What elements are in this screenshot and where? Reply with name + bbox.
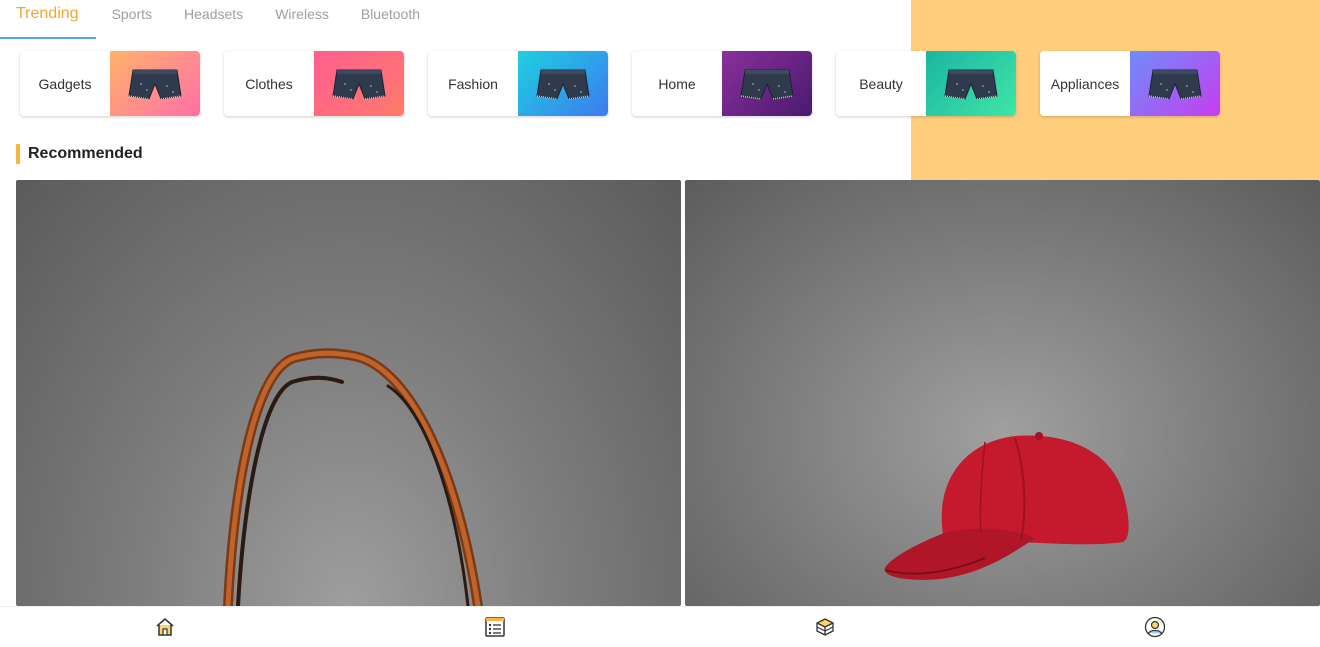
handbag-image	[223, 348, 483, 606]
category-cards: Gadgets Clothes Fashion Home Beauty Appl…	[20, 51, 1244, 116]
tab-sports[interactable]: Sports	[96, 0, 168, 39]
category-card-gadgets[interactable]: Gadgets	[20, 51, 200, 116]
nav-home[interactable]	[0, 607, 330, 647]
category-label: Appliances	[1050, 75, 1120, 92]
section-title: Recommended	[28, 145, 143, 162]
section-accent-bar	[16, 144, 20, 164]
shorts-image	[110, 51, 200, 116]
shorts-image	[314, 51, 404, 116]
category-card-home[interactable]: Home	[632, 51, 812, 116]
nav-profile[interactable]	[990, 607, 1320, 647]
category-label: Fashion	[448, 75, 498, 92]
product-card-handbag[interactable]	[16, 180, 681, 606]
profile-icon	[1144, 616, 1166, 638]
category-card-fashion[interactable]: Fashion	[428, 51, 608, 116]
section-header: Recommended	[16, 144, 143, 164]
category-label: Clothes	[245, 75, 293, 92]
nav-list[interactable]	[330, 607, 660, 647]
home-icon	[156, 618, 174, 636]
category-tabs: Trending Sports Headsets Wireless Blueto…	[0, 0, 436, 40]
category-label: Home	[658, 75, 696, 92]
shorts-image	[1130, 51, 1220, 116]
category-card-beauty[interactable]: Beauty	[836, 51, 1016, 116]
bottom-navigation	[0, 606, 1320, 647]
tab-trending[interactable]: Trending	[0, 0, 96, 39]
nav-box[interactable]	[660, 607, 990, 647]
product-grid	[16, 180, 1320, 606]
red-cap-image	[884, 432, 1129, 580]
tab-bluetooth[interactable]: Bluetooth	[345, 0, 436, 39]
category-card-clothes[interactable]: Clothes	[224, 51, 404, 116]
shorts-image	[926, 51, 1016, 116]
category-card-appliances[interactable]: Appliances	[1040, 51, 1220, 116]
category-label: Beauty	[859, 75, 903, 92]
shorts-image	[722, 51, 812, 116]
category-label: Gadgets	[38, 75, 92, 92]
app-page: Trending Sports Headsets Wireless Blueto…	[0, 0, 1320, 647]
tab-headsets[interactable]: Headsets	[168, 0, 259, 39]
tab-wireless[interactable]: Wireless	[259, 0, 345, 39]
list-icon	[485, 617, 505, 637]
shorts-image	[518, 51, 608, 116]
box-icon	[816, 618, 834, 636]
product-card-cap[interactable]	[685, 180, 1320, 606]
